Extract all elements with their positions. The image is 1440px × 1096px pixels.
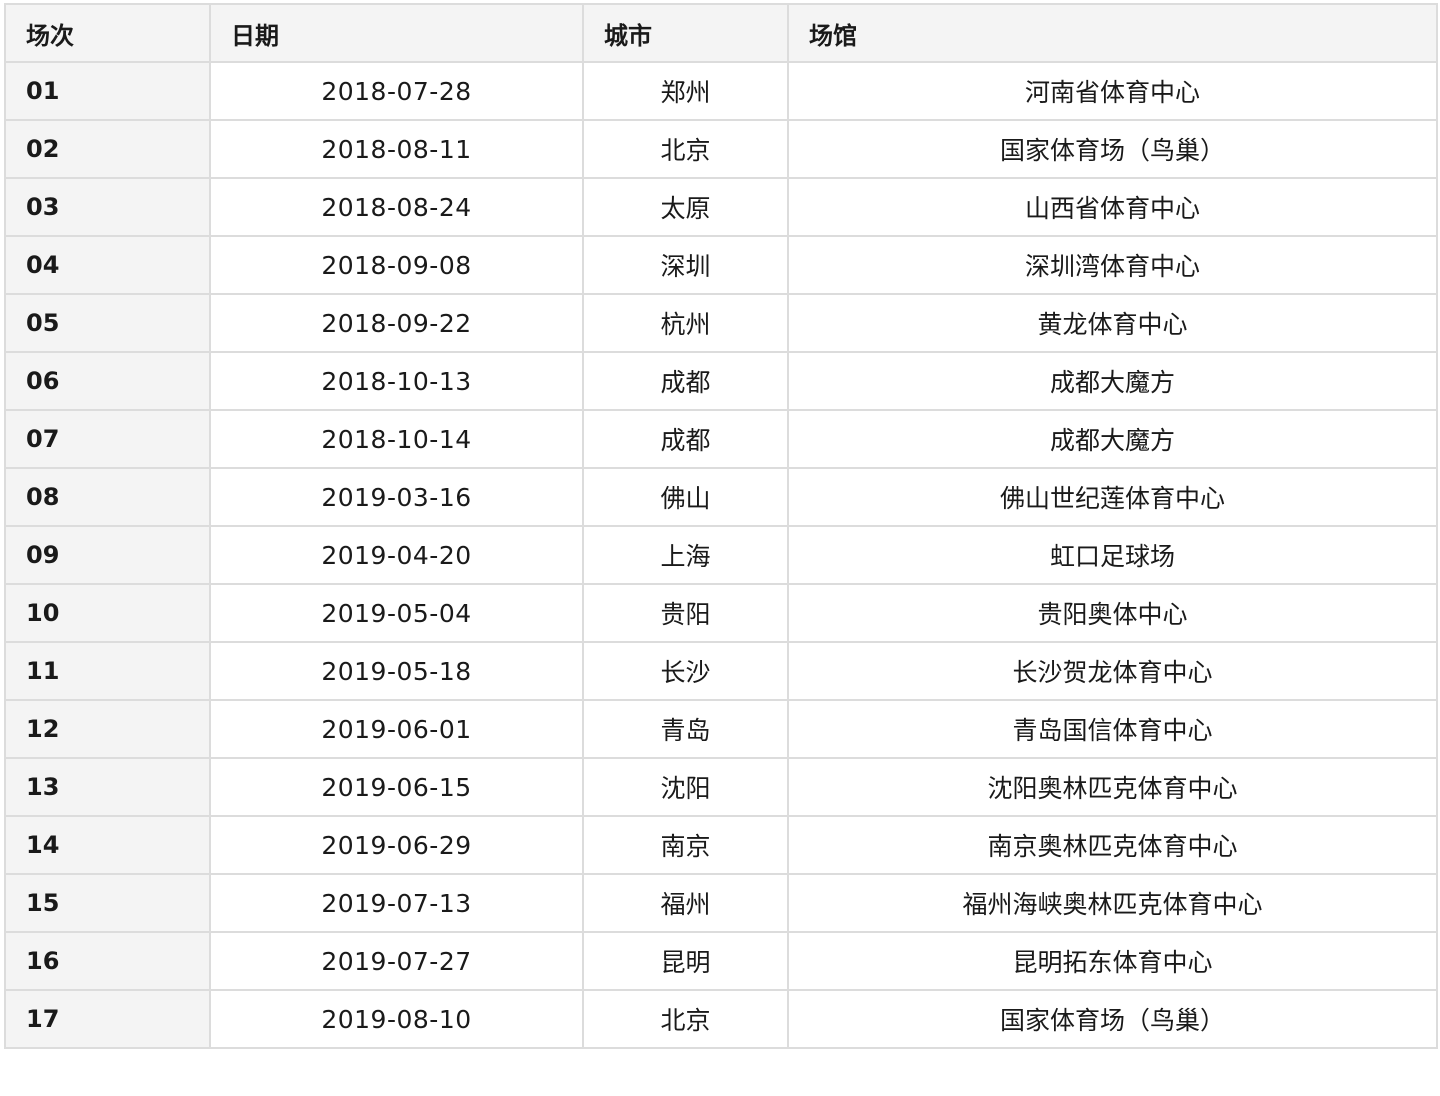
date-cell: 2019-05-04 bbox=[209, 583, 584, 643]
round-cell: 12 bbox=[4, 699, 211, 759]
date-cell: 2019-06-29 bbox=[209, 815, 584, 875]
venue-cell: 青岛国信体育中心 bbox=[787, 699, 1438, 759]
venue-cell: 昆明拓东体育中心 bbox=[787, 931, 1438, 991]
round-cell: 07 bbox=[4, 409, 211, 469]
round-cell: 16 bbox=[4, 931, 211, 991]
round-cell: 11 bbox=[4, 641, 211, 701]
date-cell: 2018-08-24 bbox=[209, 177, 584, 237]
header-row: 场次 日期 城市 场馆 bbox=[4, 3, 1438, 63]
date-cell: 2019-04-20 bbox=[209, 525, 584, 585]
venue-cell: 南京奥林匹克体育中心 bbox=[787, 815, 1438, 875]
round-cell: 02 bbox=[4, 119, 211, 179]
city-cell: 北京 bbox=[582, 119, 789, 179]
round-cell: 13 bbox=[4, 757, 211, 817]
round-cell: 03 bbox=[4, 177, 211, 237]
date-cell: 2019-03-16 bbox=[209, 467, 584, 527]
date-cell: 2018-09-22 bbox=[209, 293, 584, 353]
date-cell: 2019-06-15 bbox=[209, 757, 584, 817]
venue-cell: 深圳湾体育中心 bbox=[787, 235, 1438, 295]
venue-cell: 国家体育场（鸟巢） bbox=[787, 989, 1438, 1049]
round-cell: 06 bbox=[4, 351, 211, 411]
table-row: 10 2019-05-04 贵阳 贵阳奥体中心 bbox=[4, 583, 1438, 643]
venue-cell: 贵阳奥体中心 bbox=[787, 583, 1438, 643]
venue-cell: 国家体育场（鸟巢） bbox=[787, 119, 1438, 179]
round-cell: 14 bbox=[4, 815, 211, 875]
table-row: 11 2019-05-18 长沙 长沙贺龙体育中心 bbox=[4, 641, 1438, 701]
city-cell: 贵阳 bbox=[582, 583, 789, 643]
venue-cell: 河南省体育中心 bbox=[787, 61, 1438, 121]
table-body: 01 2018-07-28 郑州 河南省体育中心 02 2018-08-11 北京 国家体育场… bbox=[4, 61, 1438, 1049]
city-cell: 昆明 bbox=[582, 931, 789, 991]
city-cell: 福州 bbox=[582, 873, 789, 933]
table-row: 13 2019-06-15 沈阳 沈阳奥林匹克体育中心 bbox=[4, 757, 1438, 817]
table-row: 05 2018-09-22 杭州 黄龙体育中心 bbox=[4, 293, 1438, 353]
date-cell: 2019-07-27 bbox=[209, 931, 584, 991]
venue-cell: 佛山世纪莲体育中心 bbox=[787, 467, 1438, 527]
city-cell: 太原 bbox=[582, 177, 789, 237]
city-cell: 成都 bbox=[582, 351, 789, 411]
venue-cell: 成都大魔方 bbox=[787, 409, 1438, 469]
table-row: 17 2019-08-10 北京 国家体育场（鸟巢） bbox=[4, 989, 1438, 1049]
city-cell: 杭州 bbox=[582, 293, 789, 353]
table-row: 15 2019-07-13 福州 福州海峡奥林匹克体育中心 bbox=[4, 873, 1438, 933]
concert-schedule-table: 场次 日期 城市 场馆 01 2018-07-28 郑州 河南省体育中心 02 2018-… bbox=[4, 3, 1438, 1049]
date-cell: 2019-07-13 bbox=[209, 873, 584, 933]
table-row: 06 2018-10-13 成都 成都大魔方 bbox=[4, 351, 1438, 411]
city-cell: 郑州 bbox=[582, 61, 789, 121]
venue-cell: 成都大魔方 bbox=[787, 351, 1438, 411]
header-round: 场次 bbox=[4, 3, 211, 63]
date-cell: 2018-09-08 bbox=[209, 235, 584, 295]
round-cell: 10 bbox=[4, 583, 211, 643]
table-row: 01 2018-07-28 郑州 河南省体育中心 bbox=[4, 61, 1438, 121]
date-cell: 2018-07-28 bbox=[209, 61, 584, 121]
city-cell: 南京 bbox=[582, 815, 789, 875]
table-row: 16 2019-07-27 昆明 昆明拓东体育中心 bbox=[4, 931, 1438, 991]
venue-cell: 山西省体育中心 bbox=[787, 177, 1438, 237]
round-cell: 15 bbox=[4, 873, 211, 933]
city-cell: 青岛 bbox=[582, 699, 789, 759]
date-cell: 2018-10-14 bbox=[209, 409, 584, 469]
round-cell: 17 bbox=[4, 989, 211, 1049]
city-cell: 长沙 bbox=[582, 641, 789, 701]
round-cell: 09 bbox=[4, 525, 211, 585]
venue-cell: 虹口足球场 bbox=[787, 525, 1438, 585]
venue-cell: 沈阳奥林匹克体育中心 bbox=[787, 757, 1438, 817]
city-cell: 北京 bbox=[582, 989, 789, 1049]
table-row: 07 2018-10-14 成都 成都大魔方 bbox=[4, 409, 1438, 469]
table-row: 04 2018-09-08 深圳 深圳湾体育中心 bbox=[4, 235, 1438, 295]
date-cell: 2018-08-11 bbox=[209, 119, 584, 179]
header-date: 日期 bbox=[209, 3, 584, 63]
city-cell: 佛山 bbox=[582, 467, 789, 527]
table-row: 03 2018-08-24 太原 山西省体育中心 bbox=[4, 177, 1438, 237]
table-row: 08 2019-03-16 佛山 佛山世纪莲体育中心 bbox=[4, 467, 1438, 527]
date-cell: 2018-10-13 bbox=[209, 351, 584, 411]
city-cell: 成都 bbox=[582, 409, 789, 469]
table-row: 09 2019-04-20 上海 虹口足球场 bbox=[4, 525, 1438, 585]
date-cell: 2019-08-10 bbox=[209, 989, 584, 1049]
table-row: 12 2019-06-01 青岛 青岛国信体育中心 bbox=[4, 699, 1438, 759]
table-row: 02 2018-08-11 北京 国家体育场（鸟巢） bbox=[4, 119, 1438, 179]
header-venue: 场馆 bbox=[787, 3, 1438, 63]
table-row: 14 2019-06-29 南京 南京奥林匹克体育中心 bbox=[4, 815, 1438, 875]
round-cell: 01 bbox=[4, 61, 211, 121]
city-cell: 沈阳 bbox=[582, 757, 789, 817]
round-cell: 05 bbox=[4, 293, 211, 353]
table-header: 场次 日期 城市 场馆 bbox=[4, 3, 1438, 63]
city-cell: 深圳 bbox=[582, 235, 789, 295]
round-cell: 04 bbox=[4, 235, 211, 295]
round-cell: 08 bbox=[4, 467, 211, 527]
venue-cell: 长沙贺龙体育中心 bbox=[787, 641, 1438, 701]
city-cell: 上海 bbox=[582, 525, 789, 585]
venue-cell: 福州海峡奥林匹克体育中心 bbox=[787, 873, 1438, 933]
venue-cell: 黄龙体育中心 bbox=[787, 293, 1438, 353]
date-cell: 2019-05-18 bbox=[209, 641, 584, 701]
date-cell: 2019-06-01 bbox=[209, 699, 584, 759]
header-city: 城市 bbox=[582, 3, 789, 63]
